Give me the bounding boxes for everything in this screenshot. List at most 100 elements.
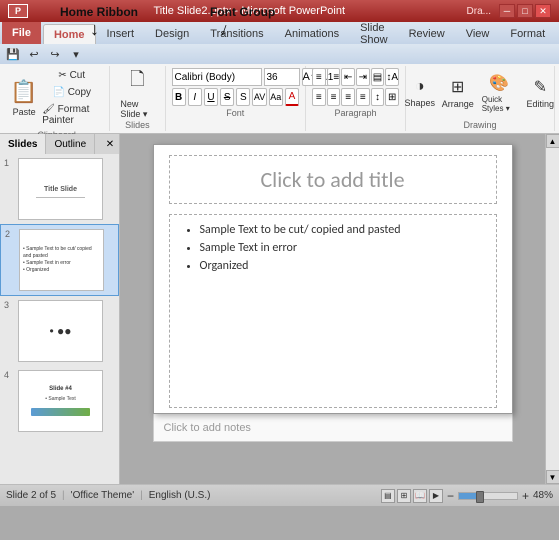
new-slide-button[interactable]: 🗋 New Slide ▾: [116, 68, 158, 118]
justify-button[interactable]: ≡: [356, 88, 370, 106]
main-area: Slides Outline ✕ 1 Title Slide 2: [0, 134, 559, 484]
clipboard-small-btns: ✂ Cut 📄 Copy 🖌 Format Painter: [40, 68, 103, 128]
slide-canvas[interactable]: Click to add title Sample Text to be cut…: [153, 144, 513, 414]
line-spacing-button[interactable]: ↕: [371, 88, 385, 106]
window-controls: ─ □ ✕: [499, 4, 551, 18]
shapes-button[interactable]: ◑ Shapes: [402, 68, 438, 118]
zoom-slider[interactable]: [458, 492, 518, 500]
right-scrollbar[interactable]: ▲ ▼: [545, 134, 559, 484]
title-bar: P Title Slide2.pptx - Microsoft PowerPoi…: [0, 0, 559, 22]
arrange-button[interactable]: ⊞ Arrange: [440, 68, 476, 118]
char-spacing-button[interactable]: AV: [252, 88, 266, 106]
numbering-button[interactable]: 1≡: [327, 68, 341, 86]
panel-tabs: Slides Outline ✕: [0, 134, 119, 154]
new-slide-icon: 🗋: [130, 67, 144, 97]
shapes-icon: ◑: [415, 78, 425, 96]
text-direction-button[interactable]: ↕A: [385, 68, 399, 86]
shadow-button[interactable]: S: [236, 88, 250, 106]
italic-button[interactable]: I: [188, 88, 202, 106]
slide-thumb-4[interactable]: 4 Slide #4 • Sample Text: [0, 366, 119, 436]
scroll-track[interactable]: [546, 148, 559, 470]
drawing-group: ◑ Shapes ⊞ Arrange 🎨 Quick Styles ▾ ✎ Ed…: [406, 66, 555, 131]
font-group-content: A↑ A↓ B I U S S AV Aa A: [172, 68, 299, 106]
close-button[interactable]: ✕: [535, 4, 551, 18]
smart-art-button[interactable]: ⊞: [385, 88, 399, 106]
notes-placeholder: Click to add notes: [164, 422, 251, 434]
theme-name: 'Office Theme': [71, 490, 134, 501]
bullets-button[interactable]: ≡: [312, 68, 326, 86]
slideshow-view-button[interactable]: ▶: [429, 489, 443, 503]
tab-home[interactable]: Home: [43, 24, 96, 44]
reading-view-button[interactable]: 📖: [413, 489, 427, 503]
qat-undo[interactable]: ↩: [25, 46, 43, 62]
format-painter-button[interactable]: 🖌 Format Painter: [40, 102, 103, 128]
quick-styles-button[interactable]: 🎨 Quick Styles ▾: [478, 68, 521, 118]
scroll-up-button[interactable]: ▲: [546, 134, 559, 148]
tab-review[interactable]: Review: [399, 24, 455, 44]
maximize-button[interactable]: □: [517, 4, 533, 18]
normal-view-button[interactable]: ▤: [381, 489, 395, 503]
slide-preview-2: • Sample Text to be cut/ copied and past…: [19, 229, 104, 291]
bold-button[interactable]: B: [172, 88, 186, 106]
tab-format[interactable]: Format: [500, 24, 555, 44]
drawing-label: Drawing: [463, 120, 496, 130]
zoom-handle[interactable]: [476, 491, 484, 503]
tab-design[interactable]: Design: [145, 24, 199, 44]
tab-view[interactable]: View: [456, 24, 500, 44]
paste-icon: 📋: [10, 79, 37, 105]
title-placeholder: Click to add title: [260, 166, 404, 193]
tab-outline-panel[interactable]: Outline: [46, 134, 95, 154]
slide-content-box[interactable]: Sample Text to be cut/ copied and pasted…: [169, 214, 497, 408]
slide-title-box[interactable]: Click to add title: [169, 155, 497, 204]
thumb-1-divider: [36, 197, 86, 198]
increase-indent-button[interactable]: ⇥: [356, 68, 370, 86]
paragraph-group-content: ≡ 1≡ ⇤ ⇥ ▤ ↕A ≡ ≡ ≡ ≡ ↕ ⊞: [312, 68, 399, 106]
thumb-4-content: • Sample Text: [43, 394, 78, 404]
columns-button[interactable]: ▤: [371, 68, 385, 86]
copy-button[interactable]: 📄 Copy: [40, 85, 103, 100]
tab-transitions[interactable]: Transitions: [200, 24, 273, 44]
align-center-button[interactable]: ≡: [327, 88, 341, 106]
file-tab[interactable]: File: [2, 22, 41, 44]
tab-slideshow[interactable]: Slide Show: [350, 24, 398, 44]
qat-save[interactable]: 💾: [4, 46, 22, 62]
tab-animations[interactable]: Animations: [275, 24, 349, 44]
slide-thumb-3[interactable]: 3 • ●●: [0, 296, 119, 366]
align-right-button[interactable]: ≡: [341, 88, 355, 106]
tab-slides-panel[interactable]: Slides: [0, 134, 46, 154]
view-buttons: ▤ ⊞ 📖 ▶: [381, 489, 443, 503]
strikethrough-button[interactable]: S: [220, 88, 234, 106]
slides-group: 🗋 New Slide ▾ Slides: [110, 66, 165, 131]
tab-insert[interactable]: Insert: [97, 24, 145, 44]
qat-redo[interactable]: ↪: [46, 46, 64, 62]
arrange-icon: ⊞: [451, 77, 464, 97]
scroll-down-button[interactable]: ▼: [546, 470, 559, 484]
qat-customize[interactable]: ▾: [67, 46, 85, 62]
font-name-input[interactable]: [172, 68, 262, 86]
quick-styles-icon: 🎨: [489, 73, 509, 93]
notes-box[interactable]: Click to add notes: [153, 414, 513, 442]
editing-button[interactable]: ✎ Editing: [522, 68, 558, 118]
slide-sorter-button[interactable]: ⊞: [397, 489, 411, 503]
decrease-indent-button[interactable]: ⇤: [341, 68, 355, 86]
app-frame: Home Ribbon ↓ Font Group ↓ P Title Slide…: [0, 0, 559, 540]
paste-button[interactable]: 📋 Paste: [10, 73, 38, 123]
align-left-button[interactable]: ≡: [312, 88, 326, 106]
minimize-button[interactable]: ─: [499, 4, 515, 18]
change-case-button[interactable]: Aa: [269, 88, 283, 106]
language-info: English (U.S.): [149, 490, 211, 501]
slide-thumb-2[interactable]: 2 • Sample Text to be cut/ copied and pa…: [0, 224, 119, 296]
slides-label: Slides: [125, 120, 150, 130]
slide-preview-4: Slide #4 • Sample Text: [18, 370, 103, 432]
slide-thumb-1[interactable]: 1 Title Slide: [0, 154, 119, 224]
font-color-button[interactable]: A: [285, 88, 299, 106]
slide-preview-1: Title Slide: [18, 158, 103, 220]
zoom-out-button[interactable]: −: [447, 489, 454, 503]
font-size-input[interactable]: [264, 68, 300, 86]
cut-button[interactable]: ✂ Cut: [40, 68, 103, 83]
ribbon-collapse[interactable]: Dra...: [467, 6, 491, 17]
thumb-4-title: Slide #4: [49, 386, 72, 392]
zoom-in-button[interactable]: +: [522, 489, 529, 503]
underline-button[interactable]: U: [204, 88, 218, 106]
panel-close-button[interactable]: ✕: [101, 134, 119, 154]
